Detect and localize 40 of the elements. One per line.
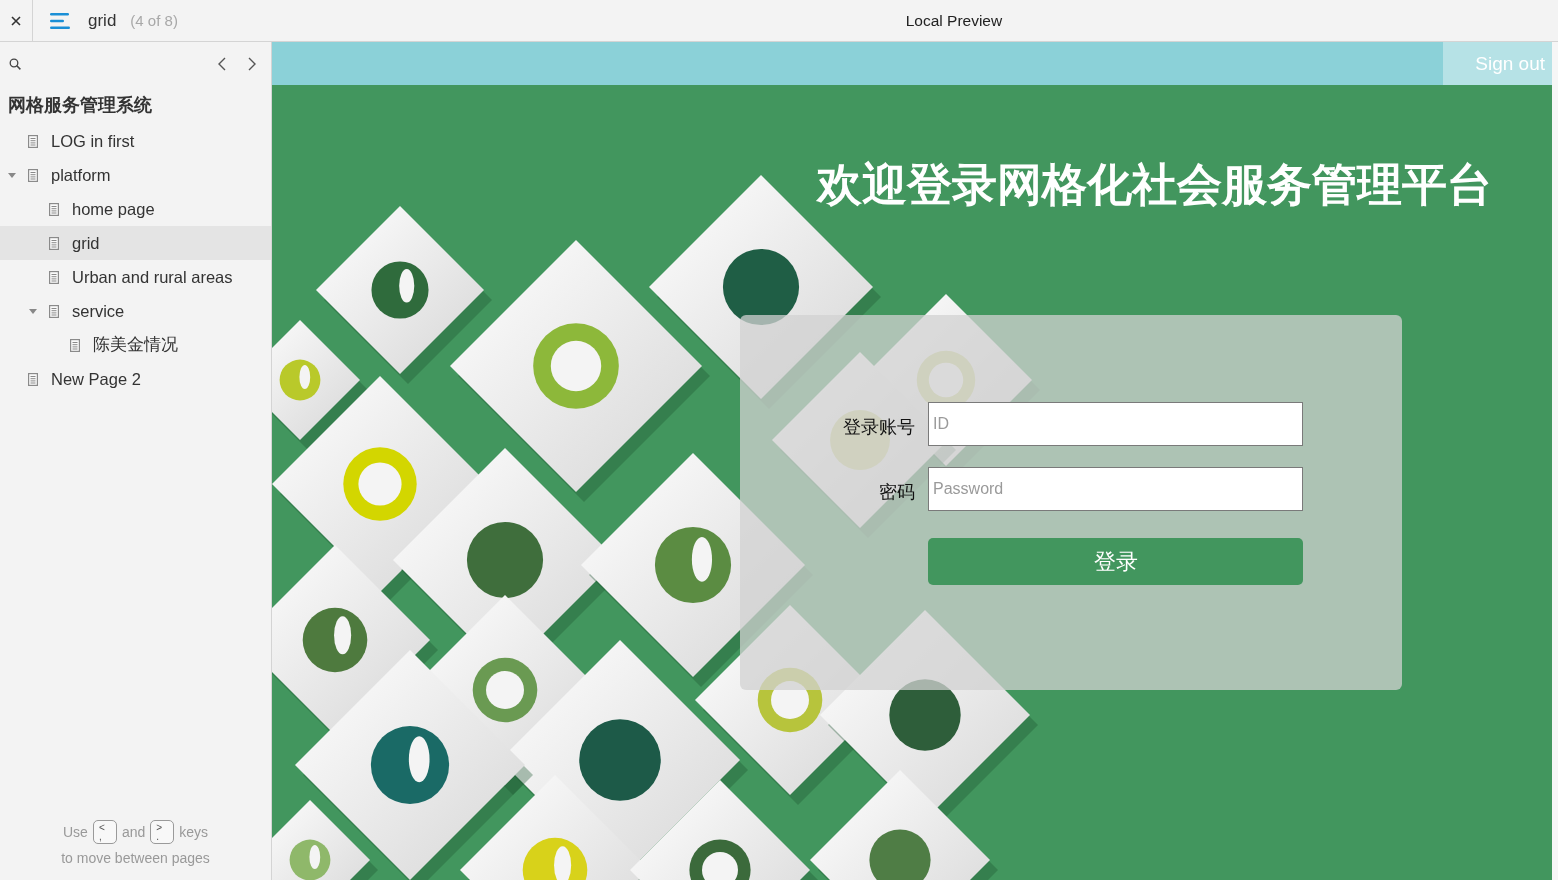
close-icon [11, 15, 21, 26]
login-button[interactable]: 登录 [928, 538, 1303, 585]
page-icon [49, 202, 59, 216]
page-counter: (4 of 8) [130, 12, 178, 29]
page-tree-item[interactable]: home page [0, 192, 271, 226]
page-tree-item[interactable]: service [0, 294, 271, 328]
project-title: 网格服务管理系统 [7, 94, 152, 117]
page-icon [28, 372, 38, 386]
input-field[interactable]: Password [928, 467, 1303, 511]
keyboard-key: < , [92, 820, 117, 844]
menu-icon [50, 12, 70, 29]
search-icon[interactable] [9, 58, 21, 70]
page-tree-item[interactable]: grid [0, 226, 271, 260]
page-icon [70, 338, 80, 352]
page-tree-item[interactable]: New Page 2 [0, 362, 271, 396]
page-icon [49, 270, 59, 284]
hint-text: and [121, 824, 146, 840]
page-tree-item[interactable]: LOG in first [0, 124, 271, 158]
page-icon [28, 134, 38, 148]
preview-title: Local Preview [905, 11, 1003, 30]
page-tree-item[interactable]: Urban and rural areas [0, 260, 271, 294]
input-field[interactable]: ID [928, 402, 1303, 446]
page-name: grid [88, 10, 117, 31]
page-tree-item[interactable]: 陈美金情况 [0, 328, 271, 362]
menu-button[interactable] [50, 12, 70, 29]
chevron-left-icon[interactable] [218, 57, 226, 71]
caret-down-icon[interactable] [29, 308, 37, 314]
chevron-right-icon[interactable] [248, 57, 256, 71]
page-icon [49, 236, 59, 250]
hint-text: to move between pages [61, 850, 210, 866]
field-label: 密码 [879, 481, 915, 504]
caret-down-icon[interactable] [8, 172, 16, 178]
hint-text: Use [62, 824, 88, 840]
page-tree-item[interactable]: platform [0, 158, 271, 192]
keyboard-key: > . [150, 820, 175, 844]
welcome-heading: 欢迎登录网格化社会服务管理平台 [817, 158, 1492, 212]
page-icon [28, 168, 38, 182]
field-label: 登录账号 [843, 416, 915, 439]
hint-text: keys [179, 824, 209, 840]
page-icon [49, 304, 59, 318]
